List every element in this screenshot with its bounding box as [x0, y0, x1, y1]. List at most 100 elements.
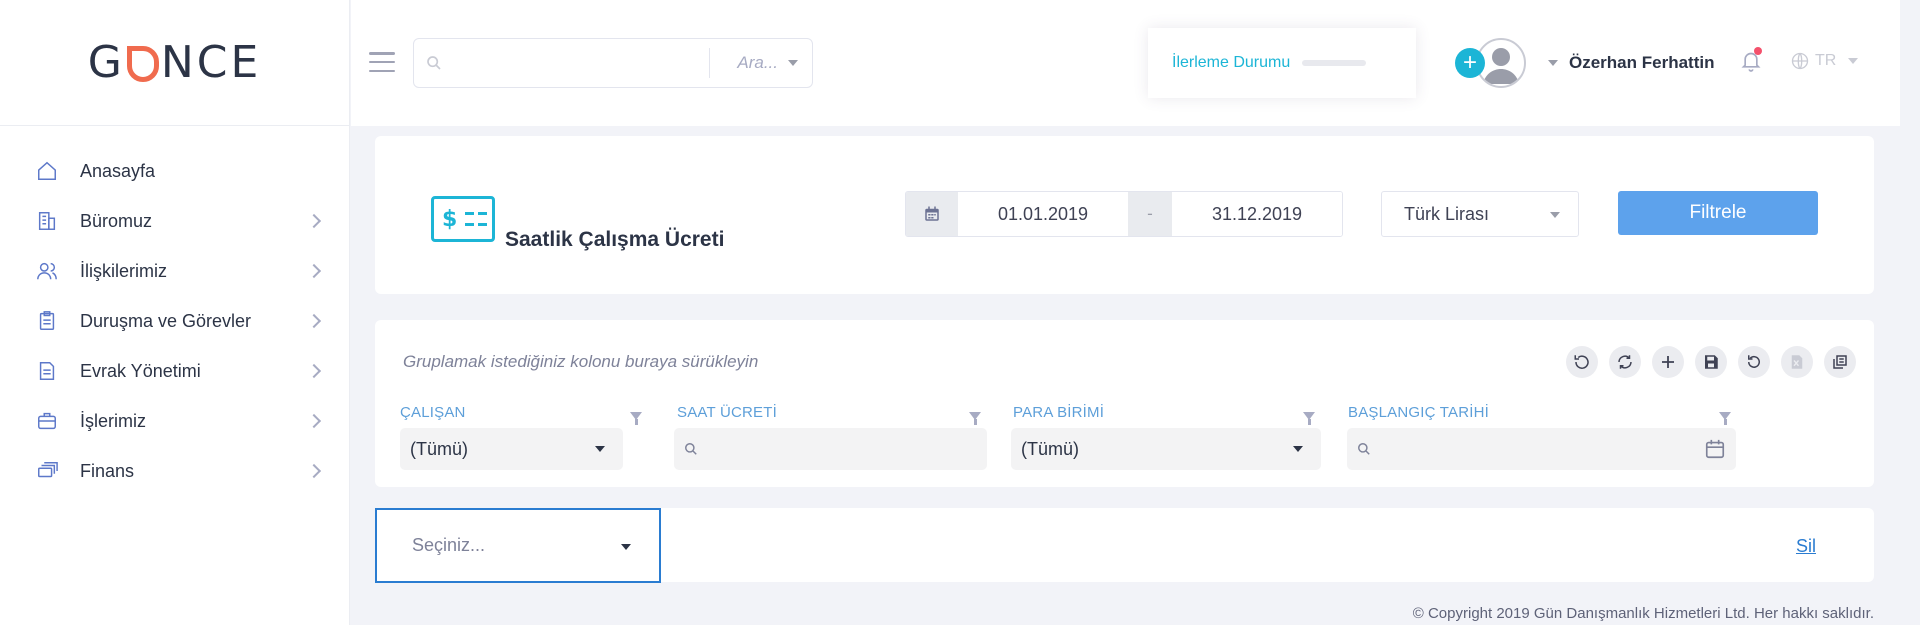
column-header-para-birimi[interactable]: PARA BİRİMİ	[1013, 404, 1104, 422]
data-grid-card: Gruplamak istediğiniz kolonu buraya sürü…	[375, 320, 1874, 487]
sidebar-nav: Anasayfa Büromuz İlişkilerimiz Duruşma v…	[0, 126, 349, 496]
column-title: ÇALIŞAN	[400, 404, 466, 421]
search-scope-label: Ara...	[737, 53, 778, 72]
filter-input-saat-ucreti[interactable]	[698, 428, 987, 470]
sidebar-item-buromuz[interactable]: Büromuz	[0, 196, 349, 246]
add-icon[interactable]	[1652, 346, 1684, 378]
group-panel-hint[interactable]: Gruplamak istediğiniz kolonu buraya sürü…	[403, 352, 758, 372]
home-icon	[36, 160, 58, 182]
building-icon	[36, 210, 58, 232]
caret-down-icon	[1293, 446, 1303, 452]
language-switcher[interactable]: TR	[1791, 52, 1859, 70]
filter-search-saat-ucreti	[674, 428, 987, 470]
calendar-icon[interactable]	[1704, 438, 1726, 460]
briefcase-icon	[36, 410, 58, 432]
top-header: Ara... İlerleme Durumu + Özerhan Ferhatt…	[351, 0, 1900, 126]
chevron-right-icon	[306, 363, 322, 379]
delete-link[interactable]: Sil	[1796, 536, 1816, 557]
notification-dot	[1754, 47, 1762, 55]
search-input[interactable]	[454, 39, 709, 87]
excel-export-icon[interactable]	[1781, 346, 1813, 378]
refresh-icon[interactable]	[1609, 346, 1641, 378]
logo-letter-g: G	[87, 37, 125, 88]
globe-icon	[1791, 52, 1809, 70]
sidebar-item-label: Evrak Yönetimi	[80, 360, 201, 381]
undo-icon[interactable]	[1566, 346, 1598, 378]
logo[interactable]: G NCE	[0, 0, 349, 126]
sidebar-item-islerimiz[interactable]: İşlerimiz	[0, 396, 349, 446]
global-search: Ara...	[413, 38, 813, 88]
currency-select[interactable]: Türk Lirası	[1381, 191, 1579, 237]
filter-input-baslangic-tarihi[interactable]	[1371, 428, 1704, 470]
save-icon[interactable]	[1695, 346, 1727, 378]
column-filter-icon[interactable]	[969, 412, 981, 425]
date-range-picker: -	[905, 191, 1343, 237]
filter-select-calisan[interactable]: (Tümü)	[400, 428, 623, 470]
date-separator: -	[1128, 192, 1172, 236]
caret-down-icon	[788, 60, 798, 66]
language-label: TR	[1815, 52, 1837, 69]
column-filter-icon[interactable]	[1303, 412, 1315, 425]
progress-widget[interactable]: İlerleme Durumu	[1148, 28, 1416, 98]
bulk-action-select[interactable]: Seçiniz...	[375, 508, 661, 583]
user-menu-caret-icon[interactable]	[1548, 60, 1558, 66]
logo-letters-nce: NCE	[160, 37, 262, 88]
sidebar-item-finans[interactable]: Finans	[0, 446, 349, 496]
column-header-calisan[interactable]: ÇALIŞAN	[400, 404, 466, 422]
user-name[interactable]: Özerhan Ferhattin	[1569, 53, 1714, 73]
column-title: BAŞLANGIÇ TARİHİ	[1348, 404, 1490, 421]
sidebar-item-label: Anasayfa	[80, 160, 156, 181]
start-date-input[interactable]	[958, 192, 1128, 236]
sidebar-item-label: İşlerimiz	[80, 410, 146, 431]
column-filter-icon[interactable]	[1719, 412, 1731, 425]
caret-down-icon	[1848, 58, 1859, 64]
progress-label: İlerleme Durumu	[1172, 54, 1291, 71]
sidebar-item-iliskilerimiz[interactable]: İlişkilerimiz	[0, 246, 349, 296]
document-icon	[36, 360, 58, 382]
bulk-action-bar: Seçiniz... Sil	[375, 508, 1874, 583]
select-placeholder: Seçiniz...	[412, 535, 486, 555]
sidebar-item-durusma[interactable]: Duruşma ve Görevler	[0, 296, 349, 346]
filter-select-para-birimi[interactable]: (Tümü)	[1011, 428, 1321, 470]
filter-value: (Tümü)	[1021, 438, 1079, 459]
filter-date-baslangic-tarihi	[1347, 428, 1736, 470]
column-header-saat-ucreti[interactable]: SAAT ÜCRETİ	[677, 404, 777, 422]
money-bill-icon: $	[431, 196, 495, 242]
footer-copyright: © Copyright 2019 Gün Danışmanlık Hizmetl…	[1412, 605, 1874, 622]
page-header-card: $ Saatlik Çalışma Ücreti - Türk Lirası F…	[375, 136, 1874, 294]
logo-wordmark: G NCE	[88, 37, 262, 88]
caret-down-icon	[1550, 212, 1560, 218]
logo-o-mark	[126, 45, 159, 82]
sidebar-item-evrak[interactable]: Evrak Yönetimi	[0, 346, 349, 396]
chevron-right-icon	[306, 263, 322, 279]
clipboard-icon	[36, 310, 58, 332]
sidebar-item-label: Duruşma ve Görevler	[80, 310, 252, 331]
page-title: Saatlik Çalışma Ücreti	[505, 228, 725, 251]
filter-button[interactable]: Filtrele	[1618, 191, 1818, 235]
copy-icon[interactable]	[1824, 346, 1856, 378]
progress-bar	[1302, 60, 1367, 66]
search-icon	[685, 443, 697, 455]
menu-toggle-icon[interactable]	[369, 52, 395, 72]
calendar-icon[interactable]	[906, 192, 958, 236]
money-stack-icon	[36, 460, 58, 482]
search-scope-dropdown[interactable]: Ara...	[710, 53, 812, 73]
search-icon	[1358, 443, 1370, 455]
grid-toolbar	[1566, 346, 1856, 378]
quick-add-button[interactable]: +	[1455, 48, 1485, 78]
sidebar-item-anasayfa[interactable]: Anasayfa	[0, 146, 349, 196]
chevron-right-icon	[306, 413, 322, 429]
sidebar: G NCE Anasayfa Büromuz İlişkilerimiz Dur…	[0, 0, 350, 625]
revert-icon[interactable]	[1738, 346, 1770, 378]
search-icon	[414, 55, 454, 71]
chevron-right-icon	[306, 313, 322, 329]
sidebar-item-label: Büromuz	[80, 210, 153, 231]
column-header-baslangic-tarihi[interactable]: BAŞLANGIÇ TARİHİ	[1348, 404, 1489, 422]
end-date-input[interactable]	[1172, 192, 1342, 236]
column-title: PARA BİRİMİ	[1013, 404, 1105, 421]
filter-value: (Tümü)	[410, 438, 468, 459]
users-icon	[36, 260, 58, 282]
caret-down-icon	[595, 446, 605, 452]
caret-down-icon	[621, 544, 631, 550]
column-filter-icon[interactable]	[630, 412, 642, 425]
